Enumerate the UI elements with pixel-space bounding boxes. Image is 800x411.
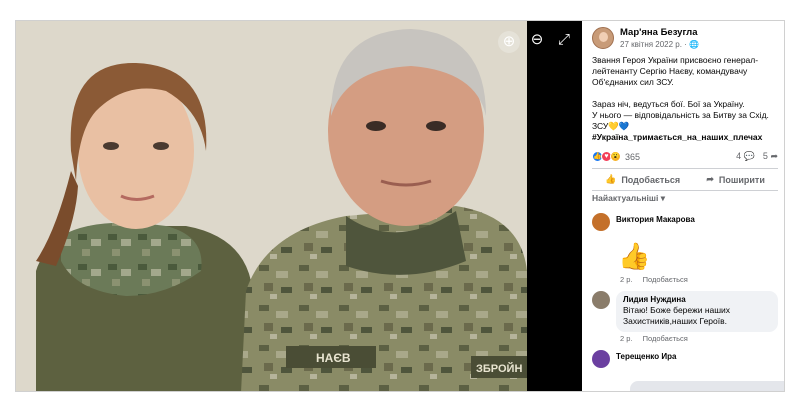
comment-time[interactable]: 2 р. <box>620 275 633 284</box>
post-meta: 27 квітня 2022 р. · 🌐 <box>620 40 699 49</box>
photo-viewer: НАЄВ ЗБРОЙН ⊕ ⊖ ⤢ <box>16 21 582 391</box>
sort-label: Найактуальніші <box>592 193 659 203</box>
comment-time[interactable]: 2 р. <box>620 334 633 343</box>
reaction-summary[interactable]: 👍 ♥ 😮 365 <box>592 151 640 162</box>
post-actions: 👍 Подобається ➦ Поширити <box>592 169 778 190</box>
post-text: Звання Героя України присвоєно генерал-л… <box>592 55 778 143</box>
comment-like-link[interactable]: Подобається <box>643 334 688 343</box>
wow-reaction-icon: 😮 <box>610 151 621 162</box>
comment: Терещенко Ира <box>592 350 778 368</box>
commenter-name[interactable]: Лидия Нуждина <box>623 295 770 304</box>
commenter-name[interactable]: Виктория Макарова <box>616 215 695 224</box>
fullscreen-icon[interactable]: ⤢ <box>553 31 575 53</box>
divider <box>592 190 778 191</box>
comment-bubble-icon: 💬 <box>743 151 755 161</box>
post-hashtag[interactable]: #Україна_тримається_на_наших_плечах <box>592 132 778 143</box>
author-avatar[interactable] <box>592 27 614 49</box>
zoom-in-icon[interactable]: ⊕ <box>498 31 520 53</box>
post-sidebar: Мар'яна Безугла 27 квітня 2022 р. · 🌐 Зв… <box>582 21 784 391</box>
commenter-avatar[interactable] <box>592 291 610 309</box>
post-paragraph-2-line-3: ЗСУ💛💙 <box>592 121 630 131</box>
unit-patch-text: ЗБРОЙН <box>476 362 522 375</box>
post-date[interactable]: 27 квітня 2022 р. <box>620 40 682 49</box>
author-name[interactable]: Мар'яна Безугла <box>620 27 699 38</box>
like-button[interactable]: 👍 Подобається <box>605 174 680 185</box>
chevron-down-icon: ▾ <box>660 193 666 203</box>
comment-count-group[interactable]: 4 💬 <box>736 151 755 162</box>
comment: Виктория Макарова <box>592 213 778 231</box>
share-button[interactable]: ➦ Поширити <box>706 174 765 185</box>
commenter-avatar[interactable] <box>592 350 610 368</box>
comment-meta: 2 р. Подобається <box>620 275 778 284</box>
reaction-count: 365 <box>625 151 641 162</box>
comment: Лидия Нуждина Вітаю! Боже бережи наших З… <box>592 291 778 332</box>
comment-meta: 2 р. Подобається <box>620 334 778 343</box>
zoom-out-icon[interactable]: ⊖ <box>526 31 548 53</box>
commenter-avatar[interactable] <box>592 213 610 231</box>
comment-sort-dropdown[interactable]: Найактуальніші ▾ <box>592 193 778 204</box>
name-patch-text: НАЄВ <box>316 351 351 365</box>
comment-bubble: Лидия Нуждина Вітаю! Боже бережи наших З… <box>616 291 778 332</box>
share-count-group[interactable]: 5 ➦ <box>763 151 778 162</box>
share-count: 5 <box>762 151 768 161</box>
photo-post-window: НАЄВ ЗБРОЙН ⊕ ⊖ ⤢ Мар'яна Безугла 27 кві… <box>15 20 785 392</box>
globe-icon: 🌐 <box>689 40 700 49</box>
thumbs-up-icon: 👍 <box>605 174 617 184</box>
like-button-label: Подобається <box>621 174 681 185</box>
comment-count: 4 <box>736 151 742 161</box>
post-photo: НАЄВ ЗБРОЙН <box>16 21 527 391</box>
comment-like-link[interactable]: Подобається <box>643 275 688 284</box>
post-paragraph-1: Звання Героя України присвоєно генерал-л… <box>592 55 759 87</box>
comment-text: Вітаю! Боже бережи наших Захистників,наш… <box>623 305 731 326</box>
reactions-row: 👍 ♥ 😮 365 4 💬 5 ➦ <box>592 151 778 162</box>
share-arrow-icon: ➦ <box>770 151 778 161</box>
engagement-counts: 4 💬 5 ➦ <box>736 151 778 162</box>
post-paragraph-2-line-1: Зараз ніч, ведуться бої. Бої за Україну. <box>592 99 745 109</box>
comment-media-preview[interactable] <box>630 381 784 391</box>
thumbs-up-sticker: 👍 <box>618 241 651 271</box>
post-author-block: Мар'яна Безугла 27 квітня 2022 р. · 🌐 <box>592 27 778 49</box>
post-paragraph-2-line-2: У нього — відповідальність за Битву за С… <box>592 110 769 120</box>
commenter-name[interactable]: Терещенко Ира <box>616 352 676 361</box>
share-icon: ➦ <box>706 174 714 184</box>
share-button-label: Поширити <box>718 174 765 185</box>
